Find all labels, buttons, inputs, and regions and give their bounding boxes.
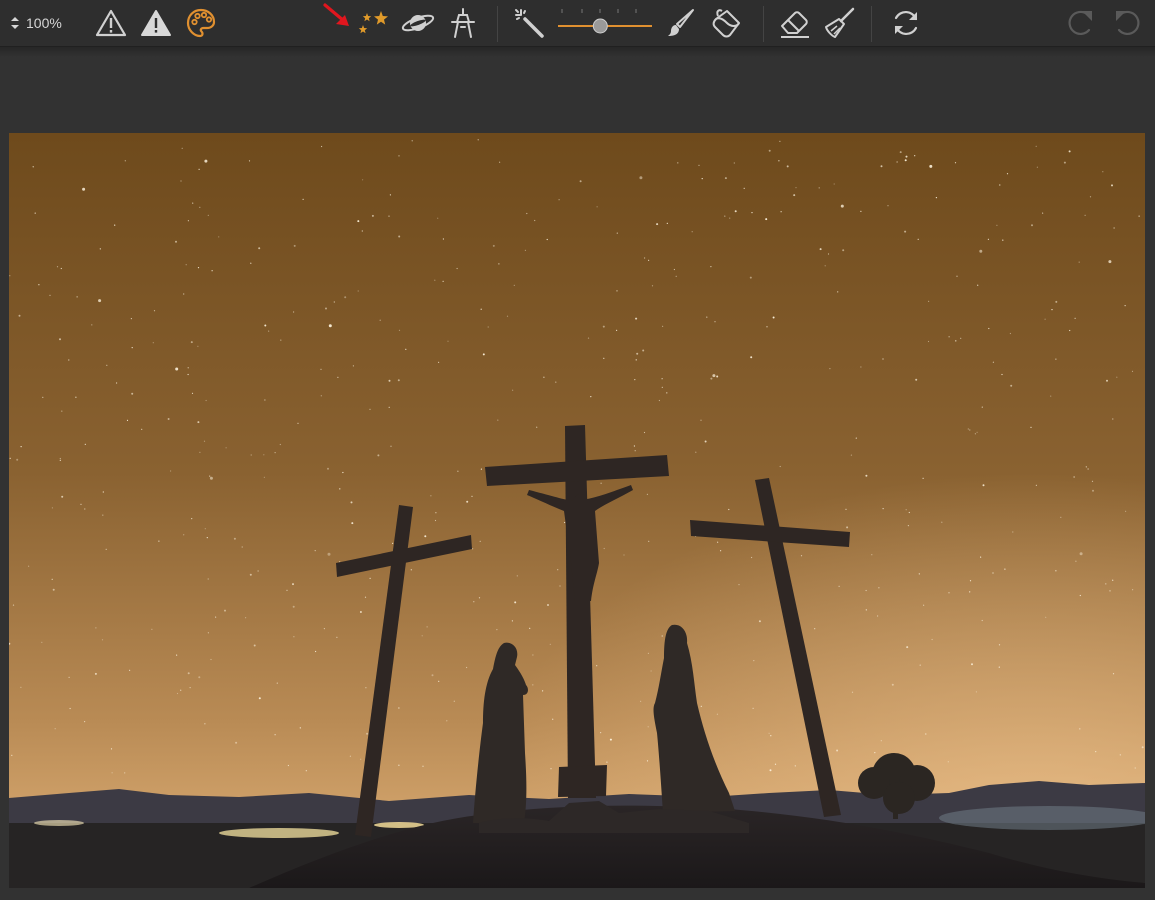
night-sky-photo — [9, 133, 1145, 888]
up-down-arrows-icon[interactable] — [10, 16, 20, 30]
stars-icon — [358, 11, 388, 34]
tower-icon — [451, 8, 475, 38]
redo-icon — [1068, 10, 1092, 35]
zoom-control[interactable]: 100% — [10, 8, 62, 38]
clear-tool-button[interactable] — [822, 5, 856, 41]
stars-tool-button[interactable] — [354, 5, 390, 41]
toolbar-shadow — [0, 47, 1155, 57]
fill-tool-button[interactable] — [709, 5, 745, 41]
refresh-icon — [894, 10, 918, 36]
toolbar-separator — [763, 6, 764, 42]
undo-button[interactable] — [1110, 5, 1144, 41]
paint-bucket-icon — [712, 9, 740, 38]
clipping-warning-outline-button[interactable] — [94, 5, 128, 41]
warning-triangle-outline-icon — [95, 9, 127, 37]
planet-icon — [401, 14, 435, 32]
zoom-value: 100% — [26, 15, 62, 31]
brush-tool-button[interactable] — [664, 5, 698, 41]
slider-thumb — [592, 18, 608, 34]
broom-icon — [825, 7, 855, 38]
tolerance-slider[interactable] — [556, 6, 656, 40]
landscape-tool-button[interactable] — [446, 5, 480, 41]
refresh-tool-button[interactable] — [888, 5, 924, 41]
toolbar-separator — [871, 6, 872, 42]
undo-icon — [1116, 10, 1140, 35]
redo-button[interactable] — [1064, 5, 1098, 41]
image-canvas[interactable] — [9, 133, 1145, 888]
toolbar: 100% — [0, 0, 1155, 47]
toolbar-separator — [497, 6, 498, 42]
planet-tool-button[interactable] — [400, 5, 436, 41]
magic-wand-tool-button[interactable] — [512, 5, 546, 41]
clipping-warning-filled-button[interactable] — [139, 5, 173, 41]
eraser-icon — [781, 11, 809, 38]
color-palette-button[interactable] — [184, 5, 218, 41]
brush-icon — [668, 9, 694, 36]
annotation-arrow-icon — [323, 3, 349, 26]
eraser-tool-button[interactable] — [777, 5, 813, 41]
palette-icon — [186, 8, 216, 38]
warning-triangle-filled-icon — [141, 10, 171, 36]
magic-wand-icon — [515, 9, 544, 38]
